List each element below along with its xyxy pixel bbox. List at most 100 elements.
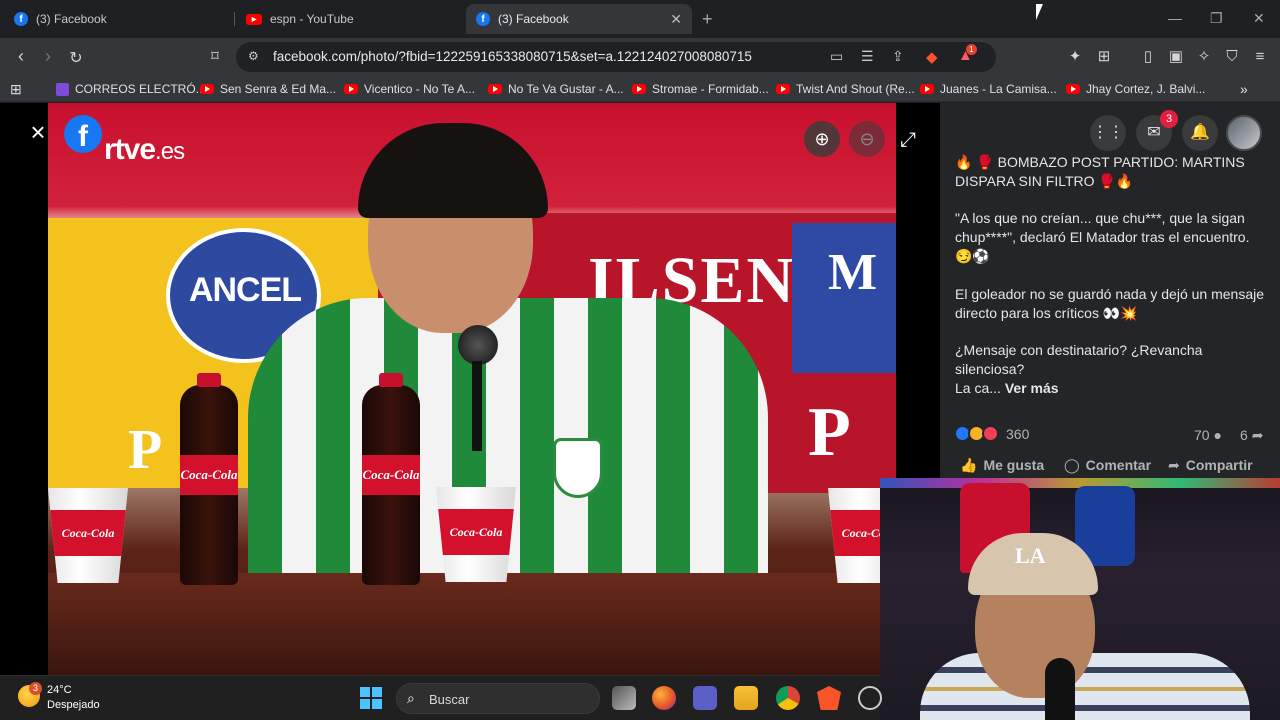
- post-text-line: El goleador no se guardó nada y dejó un …: [955, 286, 1264, 321]
- youtube-icon: [488, 84, 502, 94]
- rewards-badge: 1: [965, 44, 977, 55]
- watermark-main: rtve: [104, 133, 156, 166]
- share-count[interactable]: 6 ➦: [1240, 427, 1263, 444]
- zoom-out-icon[interactable]: ⊖: [849, 121, 885, 157]
- notifications-bell-icon[interactable]: 🔔: [1182, 115, 1218, 151]
- bookmark-item[interactable]: Jhay Cortez, J. Balvi...: [1066, 81, 1205, 97]
- messenger-icon[interactable]: ✉ 3: [1136, 110, 1178, 151]
- like-button[interactable]: 👍 Me gusta: [960, 457, 1044, 474]
- reload-icon[interactable]: ↻: [65, 48, 87, 68]
- list-icon: [56, 82, 69, 96]
- bookmark-icon[interactable]: ⌑: [205, 47, 225, 67]
- youtube-icon: [776, 84, 790, 94]
- task-view-icon[interactable]: [612, 686, 636, 710]
- comment-count[interactable]: 70 ●: [1194, 427, 1222, 443]
- zoom-in-icon[interactable]: ⊕: [804, 121, 840, 157]
- menu-icon[interactable]: ≡: [1250, 47, 1270, 67]
- share-icon: ➦: [1168, 457, 1180, 473]
- brave-icon[interactable]: [817, 686, 841, 710]
- brave-rewards-icon[interactable]: ▲ 1: [958, 44, 977, 64]
- messenger-badge: 3: [1160, 110, 1178, 128]
- post-text-line: "A los que no creían... que chu***, que …: [955, 210, 1250, 264]
- leo-ai-icon[interactable]: ✧: [1194, 47, 1214, 67]
- tab-title: (3) Facebook: [498, 12, 569, 26]
- forward-icon[interactable]: ›: [37, 46, 59, 67]
- bookmark-item[interactable]: Vicentico - No Te A...: [344, 81, 475, 97]
- new-tab-button[interactable]: +: [702, 9, 713, 30]
- share-arrow-icon: ➦: [1251, 427, 1264, 443]
- close-window-icon[interactable]: ✕: [1253, 10, 1265, 27]
- close-viewer-icon[interactable]: ×: [27, 119, 49, 145]
- bookmark-label: Twist And Shout (Re...: [796, 82, 915, 96]
- site-info-icon[interactable]: ⚙: [248, 49, 259, 63]
- tab-facebook-active[interactable]: f (3) Facebook ✕: [466, 4, 692, 34]
- share-button[interactable]: ➦ Compartir: [1168, 457, 1253, 474]
- share-icon[interactable]: ⇪: [892, 48, 904, 65]
- wallet-icon[interactable]: ▣: [1166, 47, 1186, 67]
- brave-shields-icon[interactable]: ◆: [926, 48, 938, 66]
- banner-letter-p-right: P: [808, 394, 851, 471]
- close-tab-icon[interactable]: ✕: [670, 11, 682, 28]
- tab-search-icon[interactable]: ⊞: [1094, 47, 1114, 67]
- reader-mode-icon[interactable]: ☰: [861, 48, 874, 65]
- banner-letter-m: M: [828, 244, 878, 301]
- coca-cola-bottle: Coca-Cola: [362, 373, 420, 585]
- bookmark-item[interactable]: Twist And Shout (Re...: [776, 81, 915, 97]
- bookmark-label: Sen Senra & Ed Ma...: [220, 82, 337, 96]
- post-photo[interactable]: ANCEL ILSEN M P P Coca-Cola Coca-Cola Co…: [48, 103, 896, 675]
- club-crest: [553, 438, 603, 498]
- youtube-icon: [920, 84, 934, 94]
- bookmark-item[interactable]: Sen Senra & Ed Ma...: [200, 81, 336, 97]
- fullscreen-icon[interactable]: ⤢: [900, 129, 916, 152]
- taskbar-search[interactable]: ⌕ Buscar: [396, 683, 600, 714]
- tab-youtube[interactable]: ▶ espn - YouTube: [236, 4, 462, 34]
- extensions-icon[interactable]: ✦: [1065, 47, 1085, 67]
- file-explorer-icon[interactable]: [734, 686, 758, 710]
- bookmark-label: Vicentico - No Te A...: [364, 82, 475, 96]
- menu-grid-icon[interactable]: ⋮⋮: [1090, 115, 1126, 151]
- taskbar: 3 24°C Despejado ⌕ Buscar: [0, 675, 882, 720]
- bookmark-item[interactable]: Juanes - La Camisa...: [920, 81, 1057, 97]
- reaction-count: 360: [1006, 425, 1030, 442]
- avatar[interactable]: [1226, 115, 1262, 151]
- apps-icon[interactable]: ⊞: [10, 81, 22, 97]
- chrome-icon[interactable]: [776, 686, 800, 710]
- teams-icon[interactable]: [693, 686, 717, 710]
- back-icon[interactable]: ‹: [10, 46, 32, 67]
- cast-icon[interactable]: ▭: [830, 48, 843, 65]
- tab-title: (3) Facebook: [36, 12, 107, 26]
- photo-viewer: ANCEL ILSEN M P P Coca-Cola Coca-Cola Co…: [0, 103, 940, 675]
- bookmarks-overflow-icon[interactable]: »: [1240, 81, 1248, 97]
- facebook-logo[interactable]: f: [64, 115, 102, 153]
- player-hair: [358, 123, 548, 218]
- start-windows-icon[interactable]: [360, 687, 382, 709]
- love-reaction-icon: [982, 425, 999, 442]
- bookmark-item[interactable]: No Te Va Gustar - A...: [488, 81, 624, 97]
- tab-facebook-1[interactable]: f (3) Facebook: [4, 4, 230, 34]
- bookmark-label: Stromae - Formidab...: [652, 82, 769, 96]
- sidebar-icon[interactable]: ▯: [1138, 47, 1158, 67]
- see-more-link[interactable]: Ver más: [1005, 380, 1059, 396]
- firefox-icon[interactable]: [652, 686, 676, 710]
- obs-icon[interactable]: [858, 686, 882, 710]
- comment-label: Comentar: [1085, 457, 1152, 473]
- streamer-microphone: [1045, 658, 1075, 720]
- post-text-truncated: La ca... Ver más: [955, 379, 1267, 398]
- address-bar[interactable]: ⚙ facebook.com/photo/?fbid=1222591653380…: [236, 42, 996, 72]
- bookmark-item[interactable]: CORREOS ELECTRÓ...: [56, 81, 206, 97]
- restore-icon[interactable]: ❐: [1210, 10, 1223, 27]
- minimize-icon[interactable]: —: [1168, 10, 1182, 26]
- search-icon: ⌕: [407, 690, 415, 706]
- browser-toolbar: ‹ › ↻ ⌑ ⚙ facebook.com/photo/?fbid=12225…: [0, 38, 1280, 76]
- reactions-summary[interactable]: 360: [954, 425, 1029, 442]
- bottle-cap: [379, 373, 403, 387]
- tab-separator: [234, 12, 235, 26]
- comment-icon: ◯: [1064, 457, 1080, 473]
- bookmark-label: CORREOS ELECTRÓ...: [75, 82, 206, 96]
- vpn-icon[interactable]: ⛉: [1222, 47, 1242, 67]
- comment-button[interactable]: ◯ Comentar: [1064, 457, 1151, 474]
- tab-strip: f (3) Facebook ▶ espn - YouTube f (3) Fa…: [0, 0, 1280, 38]
- bookmark-item[interactable]: Stromae - Formidab...: [632, 81, 769, 97]
- youtube-icon: [200, 84, 214, 94]
- press-table: [48, 573, 896, 675]
